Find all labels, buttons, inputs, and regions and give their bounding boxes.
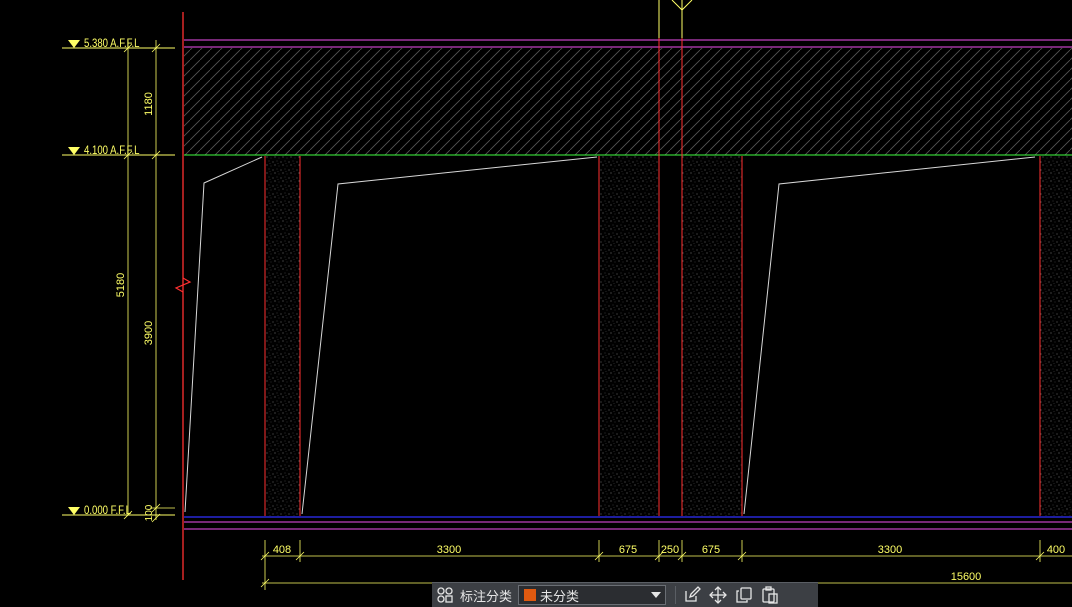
move-icon[interactable] [705, 583, 731, 607]
dim-3300-b: 3300 [878, 544, 902, 556]
dim-675-b: 675 [702, 544, 720, 556]
dim-400: 400 [1047, 544, 1065, 556]
dropdown-value: 未分类 [540, 588, 580, 604]
level-marker-ceiling: 4.100 A.F.F.L [62, 144, 175, 157]
opening-outline-3 [743, 156, 1036, 515]
dim-3300-a: 3300 [437, 544, 461, 556]
copy-icon[interactable] [731, 583, 757, 607]
column-fill-1 [265, 156, 300, 516]
classify-dropdown[interactable]: 未分类 [518, 585, 667, 605]
dim-675-a: 675 [619, 544, 637, 556]
classify-label: 标注分类 [460, 588, 513, 604]
column-fill-4 [1040, 156, 1072, 516]
dim-5180: 5180 [115, 273, 127, 297]
cad-drawing-canvas[interactable]: 5.380 A.F.F.L 4.100 A.F.F.L 0.000 F.F.L … [0, 0, 1072, 607]
dim-408: 408 [273, 544, 291, 556]
opening-outline-2 [301, 156, 598, 515]
edit-icon[interactable] [679, 583, 705, 607]
level-marker-top: 5.380 A.F.F.L [62, 37, 175, 50]
level-label-ceiling: 4.100 A.F.F.L [84, 144, 139, 157]
hatched-slab [184, 48, 1072, 155]
level-label-top: 5.380 A.F.F.L [84, 37, 139, 50]
grid-icon[interactable] [432, 583, 458, 607]
toolbar-divider [675, 586, 677, 604]
opening-outline-1 [184, 156, 263, 513]
column-fill-2 [599, 156, 659, 516]
category-color-swatch [524, 589, 537, 601]
dim-3900: 3900 [143, 321, 155, 345]
chevron-down-icon [651, 592, 662, 598]
dim-1180: 1180 [143, 92, 155, 116]
paste-icon[interactable] [757, 583, 783, 607]
annotation-toolbar: 标注分类 未分类 [432, 582, 818, 607]
dim-15600: 15600 [951, 571, 982, 583]
column-fill-3 [682, 156, 742, 516]
dim-100: 100 [144, 504, 155, 521]
dim-250: 250 [661, 544, 679, 556]
level-label-floor: 0.000 F.F.L [84, 504, 131, 517]
